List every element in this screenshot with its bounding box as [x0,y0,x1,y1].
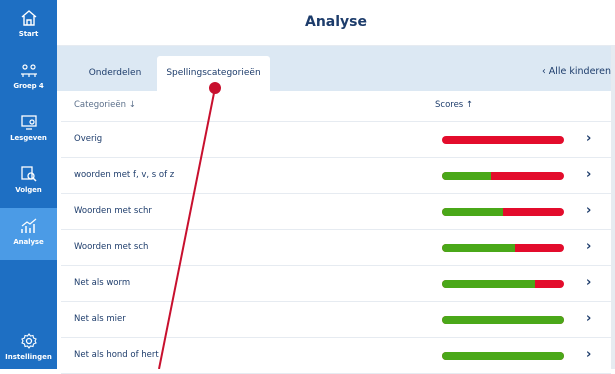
nav-group-label: Groep 4 [13,82,44,90]
tab-onderdelen[interactable]: Onderdelen [70,56,160,91]
gear-icon [20,333,37,349]
row-category-label: Woorden met sch [74,242,149,252]
table-header: Categorieën ↓ Scores ↑ [61,91,611,122]
score-bar [442,172,564,180]
all-children-link[interactable]: ‹ Alle kinderen [542,66,611,77]
score-bar-green [442,316,564,324]
chevron-right-icon[interactable]: › [586,203,591,218]
score-bar [442,316,564,324]
table-row[interactable]: Net als mier › [61,302,611,338]
row-category-label: Net als worm [74,278,131,288]
nav-group[interactable]: Groep 4 [0,52,57,104]
chevron-right-icon[interactable]: › [586,275,591,290]
table-row[interactable]: Woorden met sch › [61,230,611,266]
header: Analyse [57,0,615,46]
group-icon [20,64,37,77]
row-category-label: Woorden met schr [74,206,152,216]
score-bar [442,244,564,252]
column-header-scores[interactable]: Scores ↑ [435,100,473,110]
chevron-right-icon[interactable]: › [586,311,591,326]
tabs-bar: Onderdelen Spellingscategorieën ‹ Alle k… [57,46,615,91]
row-category-label: woorden met f, v, s of z [74,170,175,180]
follow-icon [20,166,37,182]
tab-spellingscategorieen[interactable]: Spellingscategorieën [157,56,270,91]
nav-lesgeven-label: Lesgeven [10,134,47,142]
nav-settings-label: Instellingen [5,353,52,361]
teach-icon [20,115,37,130]
nav-analyse-label: Analyse [13,238,44,246]
score-bar-green [442,280,535,288]
score-bar [442,352,564,360]
chart-icon [20,218,36,233]
chevron-right-icon[interactable]: › [586,131,591,146]
score-bar-green [442,208,503,216]
chevron-right-icon[interactable]: › [586,239,591,254]
table-row[interactable]: Woorden met schr › [61,194,611,230]
category-table: Categorieën ↓ Scores ↑ Overig › woorden me… [61,91,611,374]
row-category-label: Overig [74,134,103,144]
nav-start-label: Start [18,30,39,38]
score-bar [442,136,564,144]
score-bar [442,208,564,216]
score-bar-green [442,244,516,252]
column-header-categories[interactable]: Categorieën ↓ [74,100,136,110]
nav-settings[interactable]: Instellingen [0,328,57,369]
score-bar [442,280,564,288]
home-icon [21,10,36,26]
chevron-right-icon[interactable]: › [586,347,591,362]
nav-volgen[interactable]: Volgen [0,156,57,208]
nav-volgen-label: Volgen [15,186,42,194]
score-bar-green [442,352,564,360]
page-title: Analyse [304,14,367,30]
nav-analyse[interactable]: Analyse [0,208,57,260]
row-category-label: Net als hond of hert [74,350,159,360]
main-content: Analyse Onderdelen Spellingscategorieën … [57,0,615,374]
table-row[interactable]: Net als worm › [61,266,611,302]
table-row[interactable]: woorden met f, v, s of z › [61,158,611,194]
chevron-right-icon[interactable]: › [586,167,591,182]
scrollbar[interactable] [611,46,615,369]
sidebar: Start Groep 4 Lesgeven Volgen Analyse In… [0,0,57,369]
nav-lesgeven[interactable]: Lesgeven [0,104,57,156]
row-category-label: Net als mier [74,314,126,324]
score-bar-green [442,172,491,180]
nav-start[interactable]: Start [0,0,57,52]
table-row[interactable]: Overig › [61,122,611,158]
